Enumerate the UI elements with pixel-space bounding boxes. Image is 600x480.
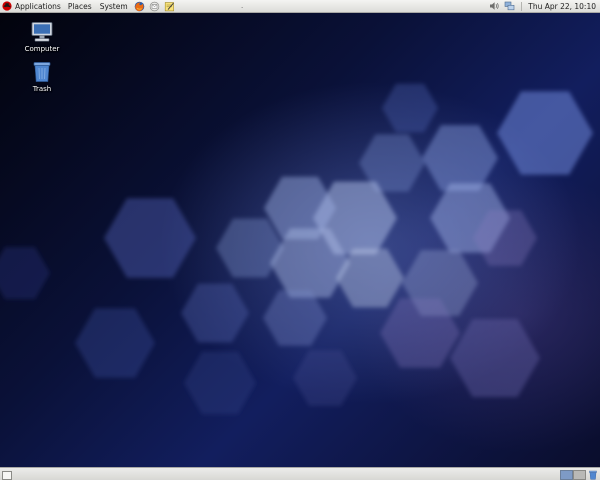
clock-applet[interactable]: Thu Apr 22, 10:10 xyxy=(526,2,600,11)
trash-icon-label: Trash xyxy=(32,85,52,93)
email-icon xyxy=(149,1,159,11)
bottom-panel xyxy=(0,467,600,480)
workspace-1[interactable] xyxy=(560,470,573,480)
computer-desktop-icon[interactable]: Computer xyxy=(22,21,62,53)
places-label: Places xyxy=(67,1,92,11)
applications-label: Applications xyxy=(15,1,61,11)
panel-center-mark: . xyxy=(241,2,244,10)
desktop-background: Computer Trash xyxy=(0,13,600,467)
firefox-launcher[interactable] xyxy=(133,0,146,12)
redhat-logo-icon xyxy=(2,1,12,11)
wallpaper-hexagon xyxy=(75,308,155,378)
wallpaper-hexagon xyxy=(422,125,498,191)
top-panel: Applications Places System . Thu Apr 22,… xyxy=(0,0,600,13)
show-desktop-button[interactable] xyxy=(2,471,12,480)
email-launcher[interactable] xyxy=(148,0,161,12)
notes-launcher[interactable] xyxy=(163,0,176,12)
workspace-2[interactable] xyxy=(573,470,586,480)
wallpaper-hexagon xyxy=(497,91,593,175)
wallpaper-hexagon xyxy=(263,290,327,346)
wallpaper-hexagon xyxy=(0,247,50,299)
wallpaper-hexagon xyxy=(104,198,196,278)
places-menu[interactable]: Places xyxy=(64,0,96,12)
firefox-icon xyxy=(134,1,144,11)
wallpaper-hexagon xyxy=(450,319,540,397)
network-status[interactable] xyxy=(503,0,516,12)
notes-icon xyxy=(164,1,174,11)
hexagon-wallpaper xyxy=(0,83,593,415)
trash-applet-icon[interactable] xyxy=(588,470,598,480)
system-menu[interactable]: System xyxy=(96,0,132,12)
wallpaper-hexagon xyxy=(293,350,357,406)
volume-control[interactable] xyxy=(488,0,501,12)
applications-menu[interactable]: Applications xyxy=(0,0,64,12)
wallpaper-hexagon xyxy=(184,351,256,415)
wallpaper-hexagon xyxy=(382,83,438,133)
trash-icon xyxy=(33,62,51,82)
wallpaper-hexagon xyxy=(181,283,249,343)
computer-icon-label: Computer xyxy=(24,45,60,53)
notification-area: Thu Apr 22, 10:10 xyxy=(487,0,600,12)
network-icon xyxy=(504,1,515,11)
system-label: System xyxy=(99,1,128,11)
volume-icon xyxy=(490,2,499,10)
trash-desktop-icon[interactable]: Trash xyxy=(22,61,62,93)
computer-icon xyxy=(31,22,53,42)
tray-separator xyxy=(521,1,523,11)
